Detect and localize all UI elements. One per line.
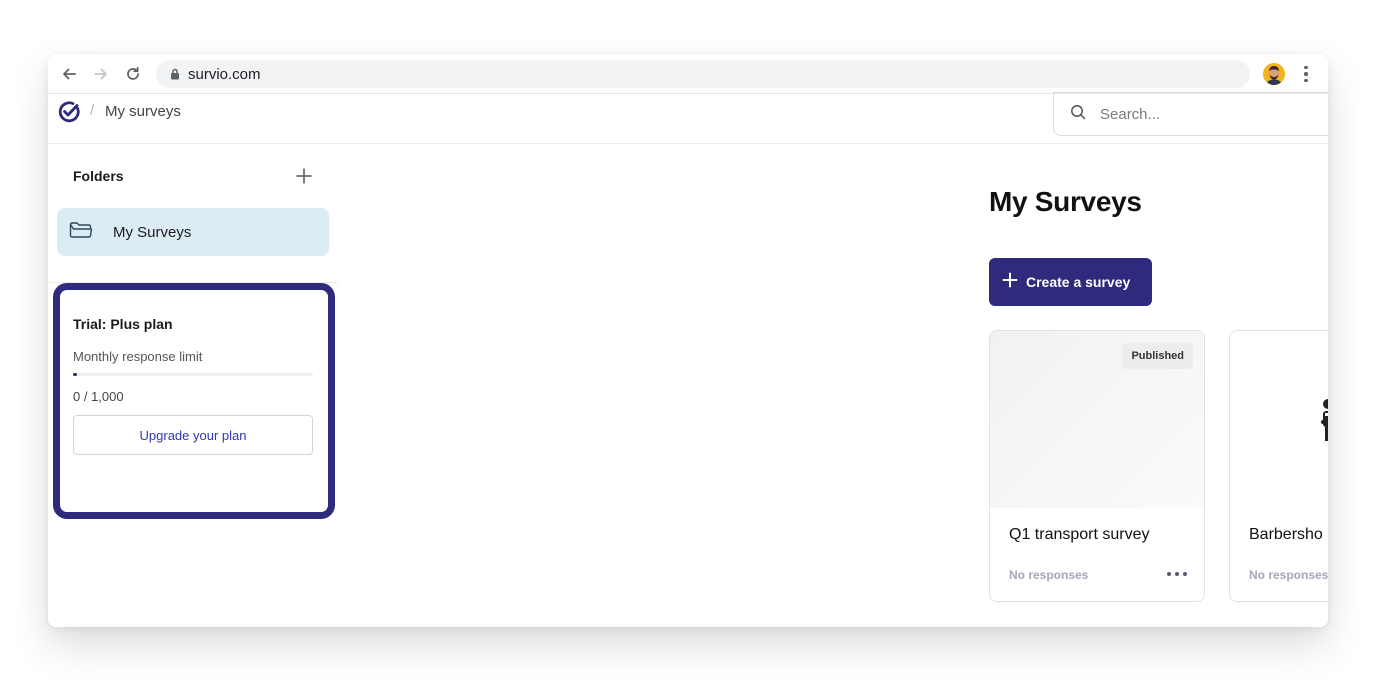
plus-icon bbox=[1002, 272, 1018, 293]
usage-progress-bar bbox=[73, 373, 313, 376]
user-avatar[interactable] bbox=[1263, 63, 1285, 85]
sidebar-item-my-surveys[interactable]: My Surveys bbox=[57, 208, 329, 256]
back-arrow-icon[interactable] bbox=[57, 62, 81, 86]
usage-progress-fill bbox=[73, 373, 77, 376]
survey-name: Q1 transport survey bbox=[1009, 526, 1150, 543]
survey-responses: No responses bbox=[1249, 568, 1328, 582]
sidebar-item-label: My Surveys bbox=[113, 223, 192, 241]
plan-limit-label: Monthly response limit bbox=[73, 349, 203, 364]
page-title: My Surveys bbox=[989, 186, 1142, 217]
create-survey-button[interactable]: Create a survey bbox=[989, 258, 1152, 306]
plus-icon bbox=[296, 168, 312, 184]
search-placeholder: Search... bbox=[1100, 105, 1161, 123]
sidebar: Folders My Surveys Trial: Plus plan Mont… bbox=[48, 145, 338, 627]
folder-icon bbox=[69, 221, 93, 244]
create-survey-label: Create a survey bbox=[1026, 274, 1131, 290]
folders-title: Folders bbox=[73, 168, 124, 184]
url-text: survio.com bbox=[188, 65, 261, 83]
browser-toolbar: survio.com bbox=[48, 54, 1328, 94]
survey-responses: No responses bbox=[1009, 568, 1089, 582]
breadcrumb[interactable]: My surveys bbox=[105, 103, 181, 120]
reload-icon[interactable] bbox=[121, 62, 145, 86]
address-bar[interactable]: survio.com bbox=[156, 60, 1250, 88]
survey-card[interactable]: Barbersho No responses bbox=[1229, 330, 1328, 602]
forward-arrow-icon[interactable] bbox=[89, 62, 113, 86]
lock-icon bbox=[170, 68, 180, 80]
plan-title: Trial: Plus plan bbox=[73, 316, 173, 332]
browser-window: survio.com / My surveys Search... Folder… bbox=[48, 54, 1328, 627]
plan-card: Trial: Plus plan Monthly response limit … bbox=[53, 283, 335, 519]
survio-logo[interactable] bbox=[58, 101, 80, 128]
breadcrumb-separator: / bbox=[90, 102, 95, 119]
upgrade-plan-button[interactable]: Upgrade your plan bbox=[73, 415, 313, 455]
more-horizontal-icon[interactable] bbox=[1167, 568, 1187, 580]
more-vertical-icon[interactable] bbox=[1296, 64, 1316, 84]
survey-card[interactable]: Published Q1 transport survey No respons… bbox=[989, 330, 1205, 602]
survey-thumbnail bbox=[1230, 331, 1328, 508]
add-folder-button[interactable] bbox=[294, 166, 314, 186]
app-header: / My surveys Search... bbox=[48, 92, 1328, 144]
search-input[interactable]: Search... bbox=[1053, 92, 1328, 136]
status-badge: Published bbox=[1122, 343, 1193, 369]
usage-count: 0 / 1,000 bbox=[73, 389, 124, 404]
barber-figure-icon bbox=[1321, 399, 1328, 441]
search-icon bbox=[1070, 104, 1086, 125]
survey-name: Barbersho bbox=[1249, 526, 1323, 543]
